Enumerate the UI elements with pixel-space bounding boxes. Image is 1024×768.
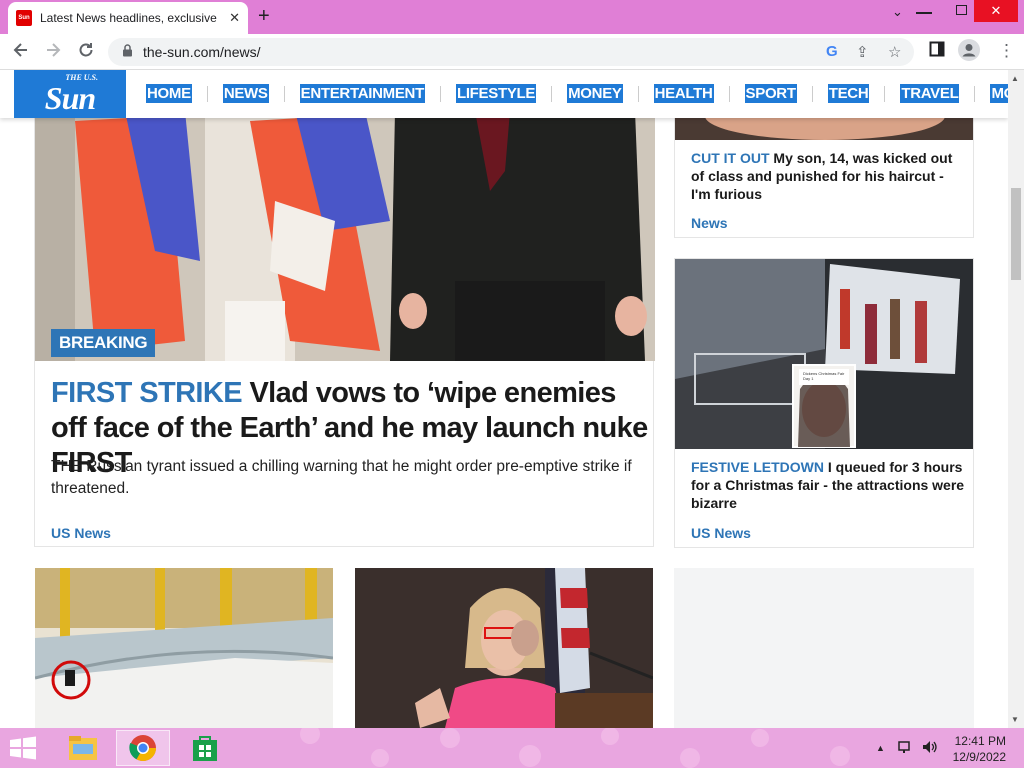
clock-time: 12:41 PM [954,734,1006,748]
address-bar[interactable]: the-sun.com/news/ G ⇪ ☆ [108,38,914,66]
scrollbar-thumb[interactable] [1011,188,1021,280]
nav-entertainment[interactable]: ENTERTAINMENT [299,84,425,103]
store-icon[interactable] [178,730,232,766]
nav-news[interactable]: NEWS [222,84,269,103]
browser-toolbar: the-sun.com/news/ G ⇪ ☆ ⋮ [0,34,1024,70]
taskbar-flower-decoration [300,728,850,768]
side-article-card-christmas-fair[interactable]: Dickens Christmas Fair Day 1 FESTIVE LET… [674,258,974,548]
tab-strip: Sun Latest News headlines, exclusive ✕ +… [0,0,1024,34]
side-article-card-haircut[interactable]: CUT IT OUT My son, 14, was kicked out of… [674,110,974,238]
close-window-button[interactable]: ✕ [974,0,1018,22]
windows-taskbar: ▲ 12:41 PM 12/9/2022 [0,728,1024,768]
nav-motors[interactable]: MOTORS [990,84,1008,103]
menu-kebab-icon[interactable]: ⋮ [998,41,1015,61]
side1-kicker: CUT IT OUT [691,150,770,166]
side2-section-tag[interactable]: US News [691,525,751,541]
scroll-up-arrow-icon[interactable]: ▲ [1011,74,1019,83]
feature-standfirst: THE Russian tyrant issued a chilling war… [51,458,632,497]
logo-wordmark: Sun [44,80,96,116]
ad-placeholder [674,568,974,728]
tab-search-icon[interactable]: ⌄ [892,4,903,20]
feature-kicker: FIRST STRIKE [51,377,243,409]
site-header: THE U.S. Sun HOME NEWS ENTERTAINMENT LIF… [0,70,1008,118]
volume-icon[interactable] [922,740,938,757]
chrome-taskbar-icon[interactable] [116,730,170,766]
christmas-fair-image[interactable]: Dickens Christmas Fair Day 1 [675,259,973,449]
nav-lifestyle[interactable]: LIFESTYLE [455,84,537,103]
feature-image[interactable] [35,111,655,361]
breaking-badge: BREAKING [51,329,156,357]
bottom-article-image-1[interactable] [35,568,333,728]
tab-title: Latest News headlines, exclusive [40,11,217,25]
url-text: the-sun.com/news/ [143,44,261,60]
browser-tab[interactable]: Sun Latest News headlines, exclusive ✕ [8,2,248,34]
google-icon[interactable]: G [826,43,838,60]
profile-avatar-icon[interactable] [958,39,980,66]
scroll-down-arrow-icon[interactable]: ▼ [1011,715,1019,724]
page-viewport: THE U.S. Sun HOME NEWS ENTERTAINMENT LIF… [0,70,1008,728]
feature-section-tag[interactable]: US News [51,525,111,541]
sun-favicon-icon: Sun [16,10,32,26]
nav-sport[interactable]: SPORT [744,84,797,103]
tray-overflow-icon[interactable]: ▲ [876,743,885,753]
network-icon[interactable] [898,740,914,757]
clock-date: 12/9/2022 [952,750,1006,764]
nav-tech[interactable]: TECH [827,84,870,103]
side1-headline[interactable]: CUT IT OUT My son, 14, was kicked out of… [691,149,967,203]
sun-logo[interactable]: THE U.S. Sun [14,70,126,118]
nav-money[interactable]: MONEY [567,84,623,103]
nav-home[interactable]: HOME [146,84,192,103]
nav-travel[interactable]: TRAVEL [900,84,960,103]
taskbar-clock[interactable]: 12:41 PM 12/9/2022 [953,733,1006,765]
page-scrollbar[interactable]: ▲ ▼ [1008,70,1024,728]
fair-image-overlay-text: Dickens Christmas Fair Day 1 [803,371,845,381]
lock-icon [122,44,133,60]
side2-kicker: FESTIVE LETDOWN [691,459,824,475]
bookmark-star-icon[interactable]: ☆ [888,43,901,61]
back-icon[interactable] [12,41,30,64]
close-tab-icon[interactable]: ✕ [229,10,240,26]
side2-headline[interactable]: FESTIVE LETDOWN I queued for 3 hours for… [691,458,967,512]
new-tab-button[interactable]: + [258,5,270,28]
nav-health[interactable]: HEALTH [653,84,714,103]
bottom-article-image-2[interactable] [355,568,653,728]
restore-button[interactable] [956,5,967,15]
feature-article-card[interactable]: BREAKING FIRST STRIKE Vlad vows to ‘wipe… [34,110,655,547]
minimize-button[interactable] [916,12,932,14]
main-nav: HOME NEWS ENTERTAINMENT LIFESTYLE MONEY … [146,84,1008,103]
side1-section-tag[interactable]: News [691,215,728,231]
windows-start-icon[interactable] [8,736,38,760]
file-explorer-icon[interactable] [56,730,110,766]
share-icon[interactable]: ⇪ [856,43,869,61]
reload-icon[interactable] [77,41,95,64]
side-panel-icon[interactable] [929,41,945,62]
forward-icon[interactable] [44,41,62,64]
